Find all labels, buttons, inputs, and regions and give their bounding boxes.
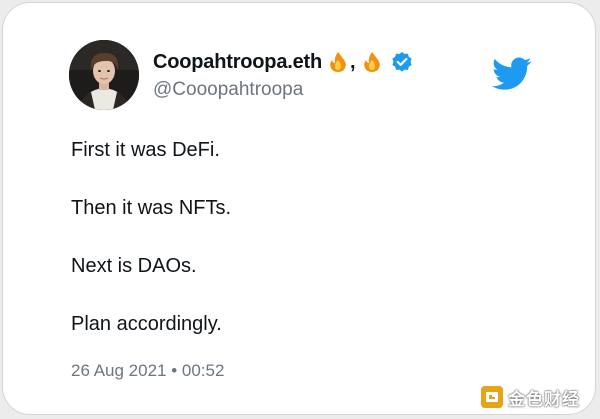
verified-badge-icon xyxy=(391,51,413,73)
watermark-text: 金色财经 xyxy=(508,389,580,409)
watermark-logo-icon xyxy=(480,385,504,409)
avatar[interactable] xyxy=(69,40,139,110)
fire-emoji-icon xyxy=(361,51,383,73)
fire-emoji-icon xyxy=(327,51,349,73)
user-handle[interactable]: @Cooopahtroopa xyxy=(153,79,303,101)
tweet-text-line: Plan accordingly. xyxy=(71,313,222,335)
tweet-text-line: First it was DeFi. xyxy=(71,139,220,161)
twitter-bird-icon[interactable] xyxy=(492,57,532,91)
tweet-card: Coopahtroopa.eth , @Cooopahtroopa First … xyxy=(2,2,596,415)
watermark: 金色财经 xyxy=(480,384,580,410)
avatar-image xyxy=(69,40,139,110)
tweet-text-line: Next is DAOs. xyxy=(71,255,197,277)
name-separator: , xyxy=(350,50,356,73)
tweet-timestamp[interactable]: 26 Aug 2021 • 00:52 xyxy=(71,361,224,381)
display-name[interactable]: Coopahtroopa.eth xyxy=(153,51,322,74)
name-row: Coopahtroopa.eth , xyxy=(153,48,413,76)
tweet-text-line: Then it was NFTs. xyxy=(71,197,232,219)
